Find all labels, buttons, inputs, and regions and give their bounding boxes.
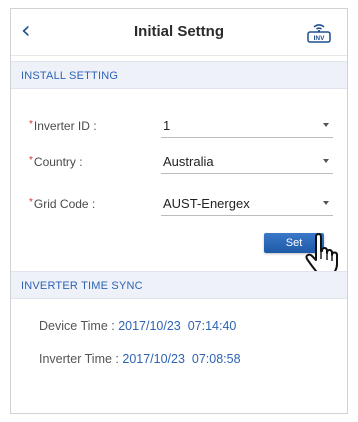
dropdown-caret-icon	[323, 201, 329, 205]
device-time-row: Device Time : 2017/10/23 07:14:40	[39, 319, 236, 333]
device-time-label: Device Time :	[39, 319, 115, 333]
required-marker: *	[29, 119, 33, 130]
grid-code-value: AUST-Energex	[163, 196, 250, 211]
required-marker: *	[29, 155, 33, 166]
inverter-id-row: *Inverter ID : 1	[11, 115, 347, 139]
inverter-id-value: 1	[163, 118, 171, 133]
inverter-time-value: 2017/10/23 07:08:58	[122, 352, 241, 366]
inv-icon-text: INV	[314, 35, 326, 42]
grid-code-label-text: Grid Code :	[33, 197, 96, 211]
country-select[interactable]: Australia	[161, 151, 333, 174]
grid-code-select[interactable]: AUST-Energex	[161, 193, 333, 216]
country-label-text: Country :	[33, 155, 83, 169]
inverter-id-select[interactable]: 1	[161, 115, 333, 138]
inverter-time-sync-title: INVERTER TIME SYNC	[21, 280, 143, 292]
page-title: Initial Settng	[134, 23, 224, 40]
country-row: *Country : Australia	[11, 151, 347, 175]
inverter-time-label: Inverter Time :	[39, 352, 119, 366]
install-setting-title: INSTALL SETTING	[21, 70, 119, 82]
dropdown-caret-icon	[323, 159, 329, 163]
install-setting-section-header: INSTALL SETTING	[11, 61, 347, 89]
required-marker: *	[29, 197, 33, 208]
inverter-time-sync-section-header: INVERTER TIME SYNC	[11, 271, 347, 299]
country-label: *Country :	[29, 155, 83, 169]
inverter-time-row: Inverter Time : 2017/10/23 07:08:58	[39, 352, 241, 366]
device-time-value: 2017/10/23 07:14:40	[118, 319, 237, 333]
inverter-wifi-icon[interactable]: INV	[305, 18, 333, 44]
app-screen: ‹ Initial Settng INV INSTALL SETTING *In…	[10, 8, 348, 414]
inverter-id-label: *Inverter ID :	[29, 119, 97, 133]
country-value: Australia	[163, 154, 214, 169]
grid-code-row: *Grid Code : AUST-Energex	[11, 193, 347, 217]
header-bar: ‹ Initial Settng INV	[11, 9, 347, 56]
grid-code-label: *Grid Code :	[29, 197, 95, 211]
dropdown-caret-icon	[323, 123, 329, 127]
inverter-id-label-text: Inverter ID :	[33, 119, 97, 133]
